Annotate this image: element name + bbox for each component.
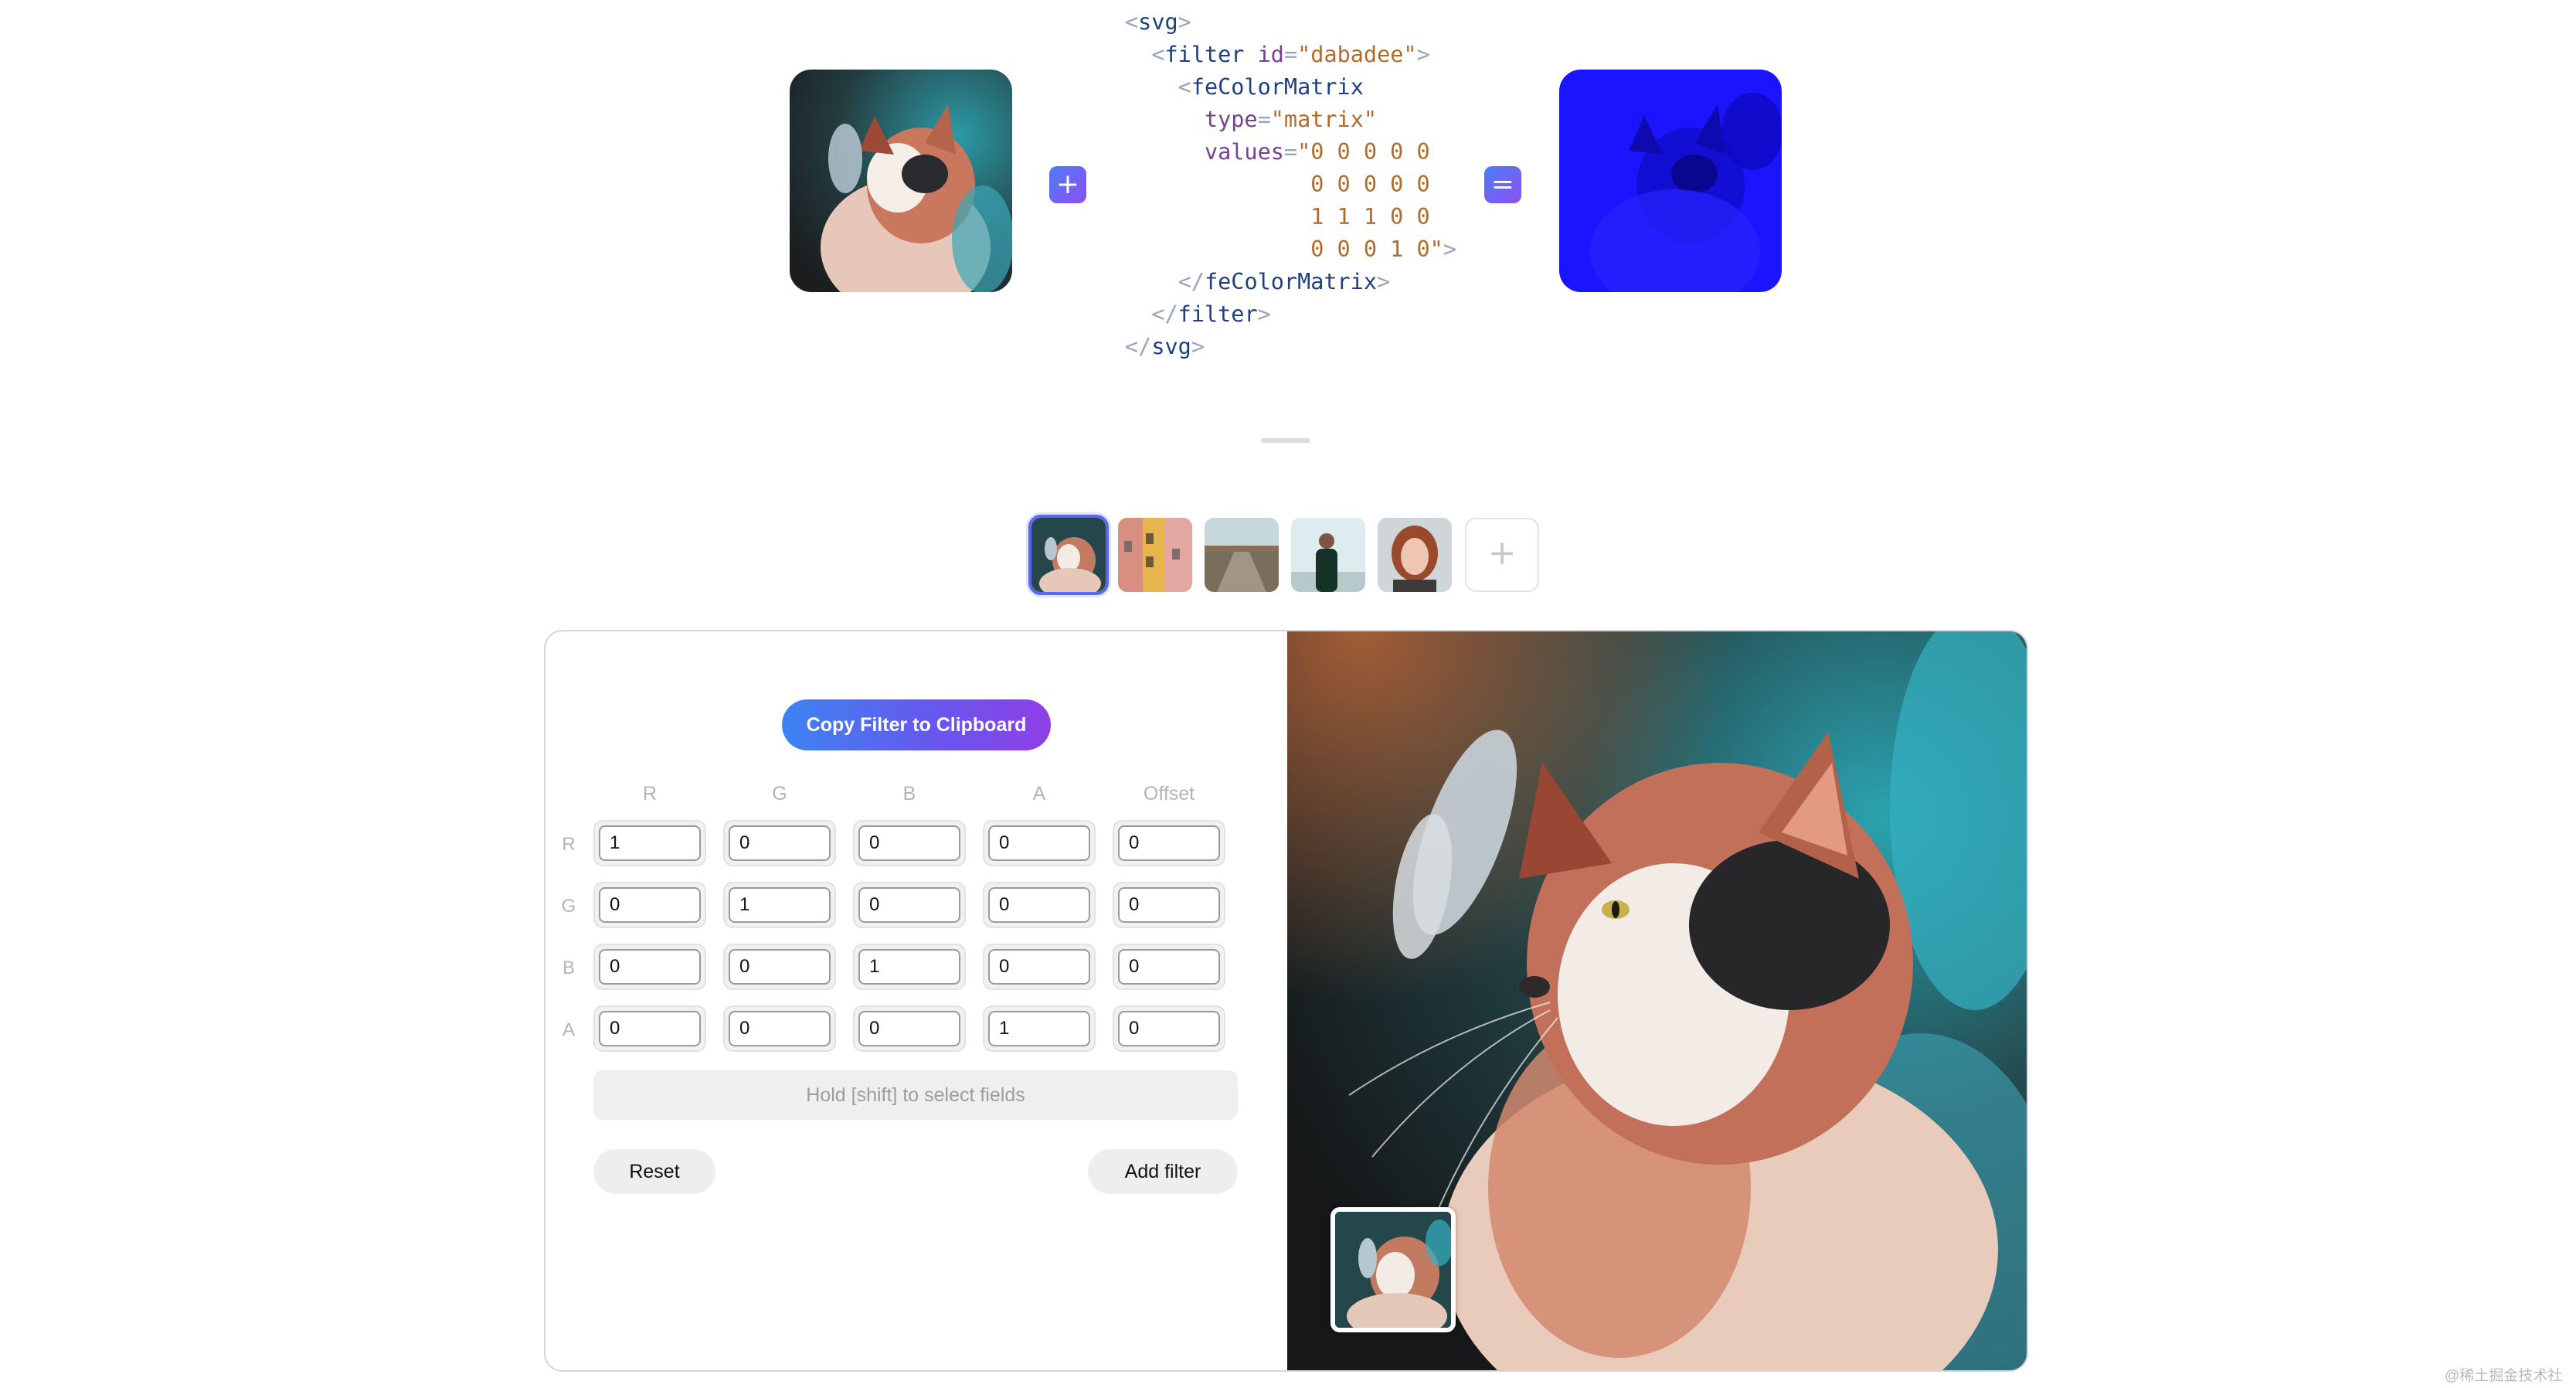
code-filter-tag: filter [1164,42,1245,67]
thumbnail-portrait[interactable] [1378,518,1452,592]
plus-icon: + [1049,166,1086,203]
code-values-line3: 1 1 1 0 0 [1310,204,1430,230]
matrix-cell [853,944,966,990]
matrix-cell [723,1005,836,1052]
matrix-input-a-r[interactable] [599,1011,701,1046]
code-values-attr: values [1204,139,1284,165]
row-header-g: G [561,896,576,917]
matrix-input-a-offset[interactable] [1118,1011,1220,1046]
matrix-input-a-b[interactable] [858,1011,960,1046]
column-header-a: A [1032,783,1046,805]
column-header-offset: Offset [1143,783,1195,805]
column-header-g: G [772,783,787,805]
matrix-input-g-a[interactable] [988,887,1090,923]
equals-icon: = [1484,166,1521,203]
code-values-line2: 0 0 0 0 0 [1310,172,1430,197]
code-id-value: "dabadee" [1297,42,1417,67]
preview-image [1287,631,2027,1370]
filter-code-block: <svg> <filter id="dabadee"> <feColorMatr… [1125,9,1456,359]
matrix-cell [593,1005,706,1052]
matrix-cell [723,882,836,928]
matrix-input-r-offset[interactable] [1118,825,1220,861]
copy-filter-button[interactable]: Copy Filter to Clipboard [782,699,1051,750]
watermark: @稀土掘金技术社区 [2445,1368,2563,1384]
source-image [790,70,1012,292]
matrix-input-r-b[interactable] [858,825,960,861]
matrix-cell [1113,820,1225,866]
reset-button[interactable]: Reset [593,1149,715,1194]
matrix-cell [723,944,836,990]
matrix-cell [1113,882,1225,928]
add-image-button[interactable]: + [1465,518,1539,592]
thumbnail-person[interactable] [1291,518,1365,592]
drag-handle[interactable] [1261,438,1310,443]
row-header-b: B [562,958,575,978]
thumbnail-cat[interactable] [1028,515,1109,595]
matrix-cell [593,820,706,866]
code-svg-tag: svg [1138,9,1178,35]
matrix-input-a-g[interactable] [729,1011,831,1046]
matrix-cell [1113,1005,1225,1052]
matrix-input-b-b[interactable] [858,949,960,985]
matrix-cell [853,882,966,928]
matrix-cell [593,882,706,928]
matrix-editor: Copy Filter to Clipboard R G B A Offset … [545,631,1287,1370]
matrix-input-g-g[interactable] [729,887,831,923]
matrix-cell [723,820,836,866]
matrix-input-g-offset[interactable] [1118,887,1220,923]
code-matrix-tag: feColorMatrix [1191,74,1364,100]
matrix-input-b-g[interactable] [729,949,831,985]
code-matrix-close-tag: feColorMatrix [1204,269,1378,294]
matrix-input-r-g[interactable] [729,825,831,861]
code-svg-close-tag: svg [1151,334,1191,359]
matrix-input-r-a[interactable] [988,825,1090,861]
matrix-cell [853,820,966,866]
matrix-cell [983,882,1096,928]
add-filter-button[interactable]: Add filter [1088,1149,1238,1194]
row-header-r: R [562,834,576,855]
row-header-a: A [562,1019,575,1040]
code-values-line4: 0 0 0 1 0" [1310,236,1443,262]
column-header-b: B [902,783,916,805]
matrix-cell [853,1005,966,1052]
shift-select-hint: Hold [shift] to select fields [593,1070,1238,1120]
code-filter-close-tag: filter [1178,301,1258,327]
code-values-line1: "0 0 0 0 0 [1297,139,1430,165]
matrix-input-b-r[interactable] [599,949,701,985]
column-header-r: R [642,783,658,805]
editor-panel: Copy Filter to Clipboard R G B A Offset … [544,630,2028,1372]
original-image-thumbnail[interactable] [1330,1207,1456,1332]
matrix-cell [983,1005,1096,1052]
matrix-cell [1113,944,1225,990]
matrix-input-b-a[interactable] [988,949,1090,985]
matrix-cell [983,944,1096,990]
code-type-value: "matrix" [1270,107,1378,132]
code-id-attr: id [1257,42,1284,67]
thumbnail-buildings[interactable] [1118,518,1192,592]
matrix-input-g-b[interactable] [858,887,960,923]
matrix-input-b-offset[interactable] [1118,949,1220,985]
matrix-cell [593,944,706,990]
thumbnail-road[interactable] [1205,518,1279,592]
matrix-input-r-r[interactable] [599,825,701,861]
filtered-image [1559,70,1782,292]
matrix-input-g-r[interactable] [599,887,701,923]
code-type-attr: type [1204,107,1258,132]
matrix-input-a-a[interactable] [988,1011,1090,1046]
matrix-cell [983,820,1096,866]
